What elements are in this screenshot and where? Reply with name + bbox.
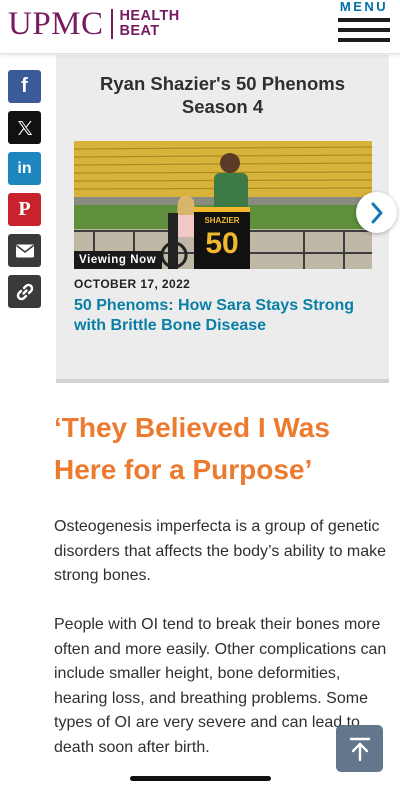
logo-subtitle-line2: BEAT	[119, 23, 160, 39]
linkedin-share-button[interactable]: in	[8, 152, 41, 185]
series-title-line1: Ryan Shazier's 50 Phenoms	[100, 73, 345, 94]
video-thumbnail[interactable]: SHAZIER 50 Viewing Now	[74, 141, 372, 269]
pinterest-share-button[interactable]: P	[8, 193, 41, 226]
back-to-top-button[interactable]	[336, 725, 383, 772]
email-share-button[interactable]	[8, 234, 41, 267]
chevron-right-icon	[371, 202, 382, 223]
series-title: Ryan Shazier's 50 Phenoms Season 4	[56, 72, 389, 118]
x-share-button[interactable]	[8, 111, 41, 144]
menu-button[interactable]: MENU	[336, 0, 392, 48]
facebook-icon: f	[21, 75, 28, 97]
copy-link-button[interactable]	[8, 275, 41, 308]
stadium-photo: SHAZIER 50	[74, 141, 372, 269]
arrow-up-to-top-icon	[349, 737, 370, 761]
logo-divider	[110, 9, 113, 39]
hamburger-icon	[336, 18, 392, 42]
share-rail: f in P	[8, 70, 42, 316]
upmc-health-beat-logo[interactable]: UPMC HEALTH BEAT	[8, 6, 180, 42]
video-date: OCTOBER 17, 2022	[74, 277, 191, 291]
article-paragraph: Osteogenesis imperfecta is a group of ge…	[54, 518, 387, 584]
pinterest-icon: P	[18, 198, 31, 220]
viewing-now-badge: Viewing Now	[74, 251, 163, 269]
carousel-next-button[interactable]	[356, 192, 397, 233]
facebook-share-button[interactable]: f	[8, 70, 41, 103]
video-headline-link[interactable]: 50 Phenoms: How Sara Stays Strong with B…	[74, 296, 374, 336]
jersey-number: 50	[205, 227, 238, 260]
linkedin-icon: in	[17, 159, 32, 177]
video-series-card: Ryan Shazier's 50 Phenoms Season 4 SHAZI…	[56, 55, 389, 383]
x-icon	[17, 120, 32, 135]
home-indicator	[130, 776, 271, 781]
menu-label: MENU	[339, 0, 389, 14]
jersey-name: SHAZIER	[204, 216, 239, 225]
link-icon	[16, 283, 33, 300]
logo-wordmark: UPMC	[8, 6, 104, 42]
site-header: UPMC HEALTH BEAT MENU	[0, 0, 400, 54]
envelope-icon	[15, 244, 34, 257]
series-title-line2: Season 4	[181, 96, 264, 117]
logo-subtitle: HEALTH BEAT	[120, 9, 180, 39]
article-section-heading: ‘They Believed I Was Here for a Purpose’	[54, 412, 330, 485]
logo-subtitle-line1: HEALTH	[119, 8, 180, 24]
